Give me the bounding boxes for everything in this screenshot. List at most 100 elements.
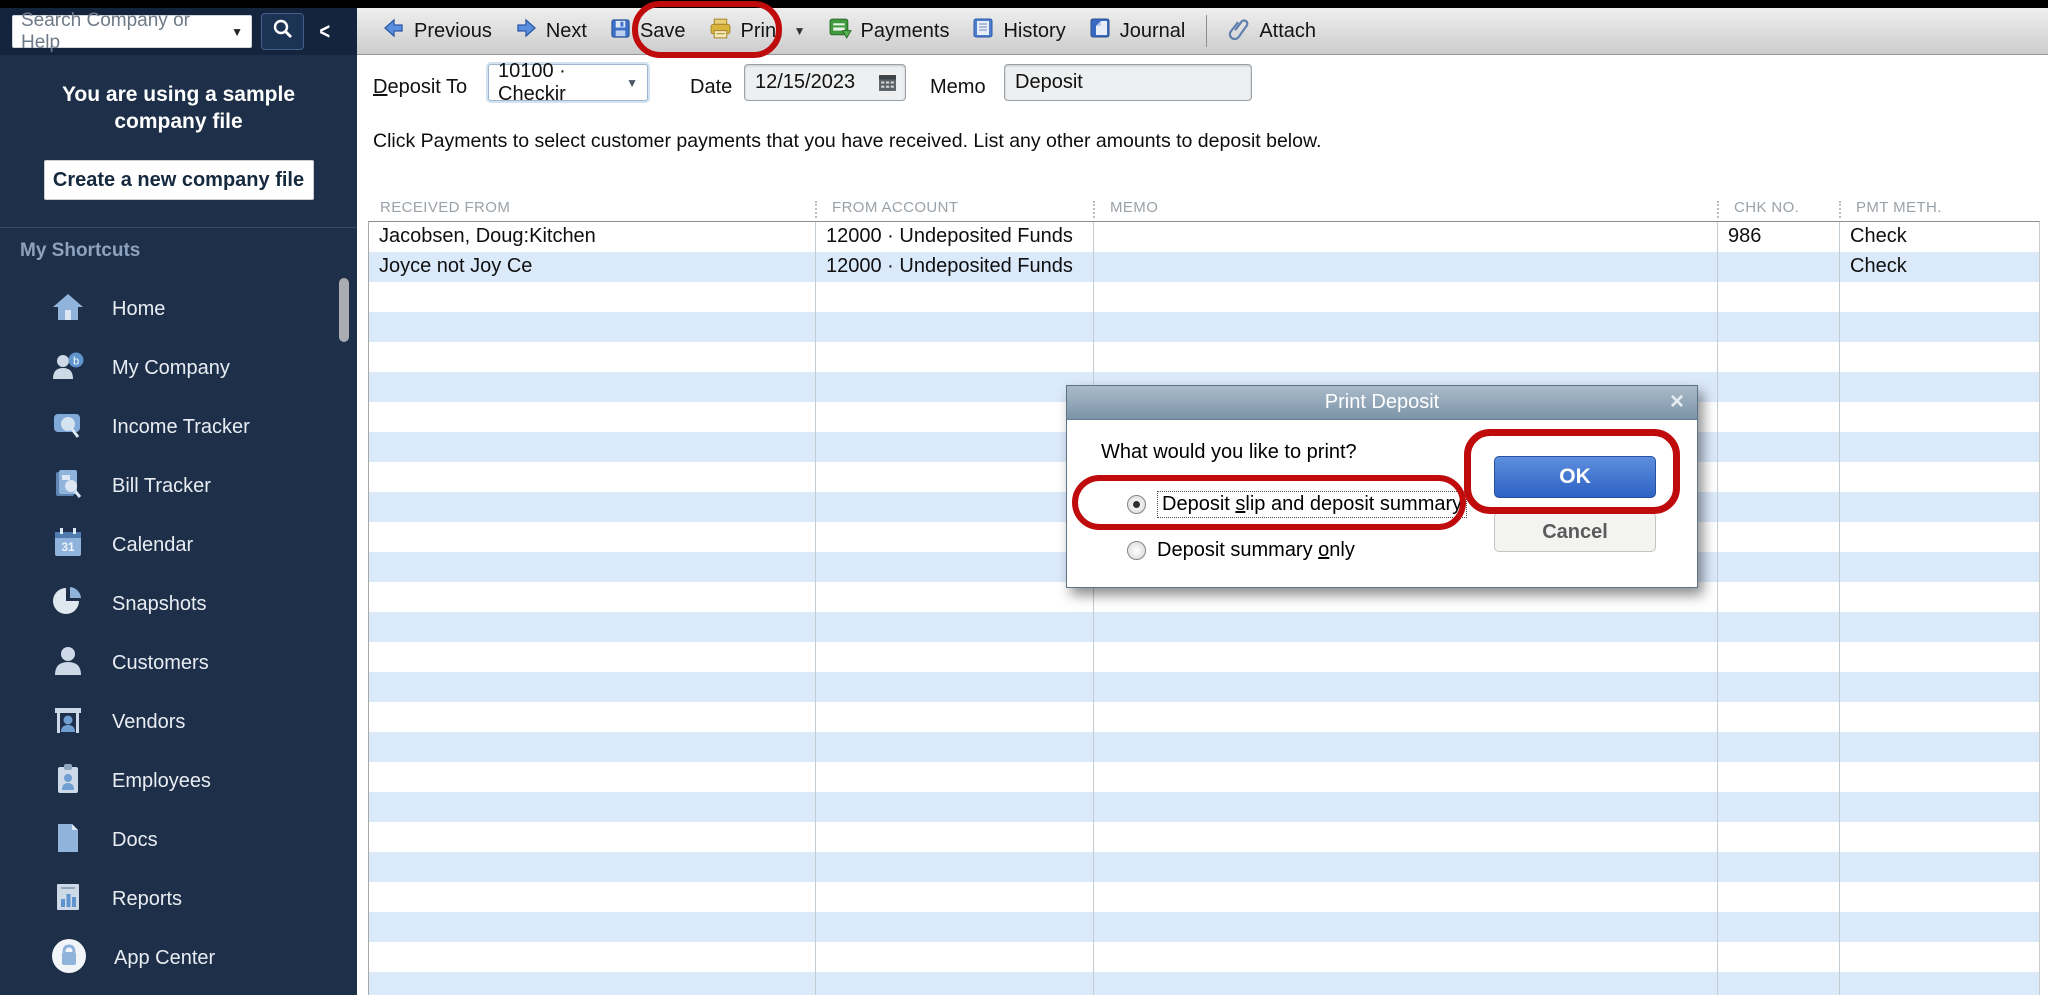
search-scope-caret-icon[interactable]: ▼ bbox=[231, 25, 243, 39]
cell-memo[interactable] bbox=[1094, 342, 1718, 372]
cell-memo[interactable] bbox=[1094, 282, 1718, 312]
cell-memo[interactable] bbox=[1094, 822, 1718, 852]
cell-pmt-meth[interactable] bbox=[1840, 972, 2039, 995]
attach-button[interactable]: Attach bbox=[1217, 8, 1327, 54]
cell-from-account[interactable] bbox=[816, 852, 1094, 882]
sidebar-item-income-tracker[interactable]: Income Tracker bbox=[0, 398, 357, 457]
memo-field[interactable]: Deposit bbox=[1004, 64, 1252, 101]
cell-pmt-meth[interactable] bbox=[1840, 582, 2039, 612]
cell-pmt-meth[interactable] bbox=[1840, 312, 2039, 342]
cell-from-account[interactable] bbox=[816, 702, 1094, 732]
sidebar-item-docs[interactable]: Docs bbox=[0, 811, 357, 870]
cell-received-from[interactable] bbox=[369, 372, 816, 402]
create-company-file-button[interactable]: Create a new company file bbox=[44, 160, 314, 200]
cell-from-account[interactable] bbox=[816, 822, 1094, 852]
cell-chk-no[interactable] bbox=[1718, 792, 1840, 822]
cell-received-from[interactable] bbox=[369, 432, 816, 462]
cell-received-from[interactable] bbox=[369, 762, 816, 792]
cell-from-account[interactable] bbox=[816, 432, 1094, 462]
cell-received-from[interactable]: Jacobsen, Doug:Kitchen bbox=[369, 222, 816, 252]
cell-from-account[interactable] bbox=[816, 732, 1094, 762]
cell-received-from[interactable] bbox=[369, 912, 816, 942]
sidebar-item-customers[interactable]: Customers bbox=[0, 634, 357, 693]
cell-chk-no[interactable] bbox=[1718, 972, 1840, 995]
cell-from-account[interactable] bbox=[816, 522, 1094, 552]
print-dropdown-caret-icon[interactable]: ▼ bbox=[794, 24, 806, 38]
cell-chk-no[interactable] bbox=[1718, 612, 1840, 642]
cell-chk-no[interactable] bbox=[1718, 882, 1840, 912]
cell-chk-no[interactable] bbox=[1718, 852, 1840, 882]
sidebar-item-calendar[interactable]: 31 Calendar bbox=[0, 516, 357, 575]
cell-received-from[interactable] bbox=[369, 342, 816, 372]
cell-chk-no[interactable] bbox=[1718, 462, 1840, 492]
option-label[interactable]: Deposit slip and deposit summary bbox=[1157, 491, 1467, 518]
save-button[interactable]: Save bbox=[598, 8, 697, 54]
cell-received-from[interactable] bbox=[369, 582, 816, 612]
cell-memo[interactable] bbox=[1094, 942, 1718, 972]
cell-chk-no[interactable] bbox=[1718, 492, 1840, 522]
cell-pmt-meth[interactable] bbox=[1840, 492, 2039, 522]
collapse-sidebar-button[interactable]: < bbox=[319, 18, 330, 45]
cell-pmt-meth[interactable]: Check bbox=[1840, 222, 2039, 252]
cell-chk-no[interactable] bbox=[1718, 402, 1840, 432]
sidebar-item-employees[interactable]: Employees bbox=[0, 752, 357, 811]
cell-memo[interactable] bbox=[1094, 732, 1718, 762]
sidebar-item-vendors[interactable]: Vendors bbox=[0, 693, 357, 752]
cell-chk-no[interactable] bbox=[1718, 552, 1840, 582]
cell-from-account[interactable] bbox=[816, 942, 1094, 972]
cell-received-from[interactable] bbox=[369, 612, 816, 642]
cell-from-account[interactable] bbox=[816, 882, 1094, 912]
cell-from-account[interactable]: 12000 · Undeposited Funds bbox=[816, 252, 1094, 282]
cell-received-from[interactable] bbox=[369, 492, 816, 522]
cell-received-from[interactable] bbox=[369, 522, 816, 552]
cell-from-account[interactable] bbox=[816, 492, 1094, 522]
cell-pmt-meth[interactable] bbox=[1840, 882, 2039, 912]
cell-memo[interactable] bbox=[1094, 642, 1718, 672]
cell-chk-no[interactable] bbox=[1718, 762, 1840, 792]
journal-button[interactable]: Journal bbox=[1077, 8, 1197, 54]
cancel-button[interactable]: Cancel bbox=[1494, 512, 1656, 552]
option-label[interactable]: Deposit summary only bbox=[1157, 539, 1355, 562]
cell-received-from[interactable] bbox=[369, 462, 816, 492]
cell-pmt-meth[interactable] bbox=[1840, 732, 2039, 762]
cell-chk-no[interactable]: 986 bbox=[1718, 222, 1840, 252]
cell-pmt-meth[interactable] bbox=[1840, 462, 2039, 492]
cell-chk-no[interactable] bbox=[1718, 252, 1840, 282]
cell-from-account[interactable] bbox=[816, 582, 1094, 612]
cell-pmt-meth[interactable] bbox=[1840, 642, 2039, 672]
cell-received-from[interactable] bbox=[369, 792, 816, 822]
cell-chk-no[interactable] bbox=[1718, 672, 1840, 702]
close-icon[interactable]: × bbox=[1670, 388, 1684, 416]
cell-received-from[interactable] bbox=[369, 822, 816, 852]
cell-memo[interactable] bbox=[1094, 672, 1718, 702]
column-header-from-account[interactable]: FROM ACCOUNT bbox=[832, 199, 958, 216]
cell-pmt-meth[interactable] bbox=[1840, 402, 2039, 432]
cell-memo[interactable] bbox=[1094, 852, 1718, 882]
next-button[interactable]: Next bbox=[503, 8, 598, 54]
sidebar-item-snapshots[interactable]: Snapshots bbox=[0, 575, 357, 634]
cell-pmt-meth[interactable] bbox=[1840, 672, 2039, 702]
search-input[interactable]: Search Company or Help ▼ bbox=[12, 15, 252, 48]
cell-from-account[interactable] bbox=[816, 612, 1094, 642]
calendar-picker-icon[interactable] bbox=[878, 73, 897, 92]
cell-memo[interactable] bbox=[1094, 312, 1718, 342]
cell-chk-no[interactable] bbox=[1718, 372, 1840, 402]
cell-chk-no[interactable] bbox=[1718, 822, 1840, 852]
radio-selected-icon[interactable] bbox=[1127, 495, 1146, 514]
print-button[interactable]: Print ▼ bbox=[697, 8, 817, 54]
cell-memo[interactable] bbox=[1094, 222, 1718, 252]
cell-from-account[interactable] bbox=[816, 312, 1094, 342]
column-header-memo[interactable]: MEMO bbox=[1110, 199, 1158, 216]
cell-pmt-meth[interactable] bbox=[1840, 282, 2039, 312]
cell-from-account[interactable] bbox=[816, 912, 1094, 942]
sidebar-item-reports[interactable]: Reports bbox=[0, 870, 357, 929]
cell-pmt-meth[interactable] bbox=[1840, 852, 2039, 882]
history-button[interactable]: History bbox=[960, 8, 1076, 54]
cell-received-from[interactable] bbox=[369, 732, 816, 762]
cell-pmt-meth[interactable] bbox=[1840, 372, 2039, 402]
cell-received-from[interactable] bbox=[369, 852, 816, 882]
cell-from-account[interactable] bbox=[816, 282, 1094, 312]
cell-received-from[interactable] bbox=[369, 312, 816, 342]
cell-chk-no[interactable] bbox=[1718, 342, 1840, 372]
cell-chk-no[interactable] bbox=[1718, 942, 1840, 972]
